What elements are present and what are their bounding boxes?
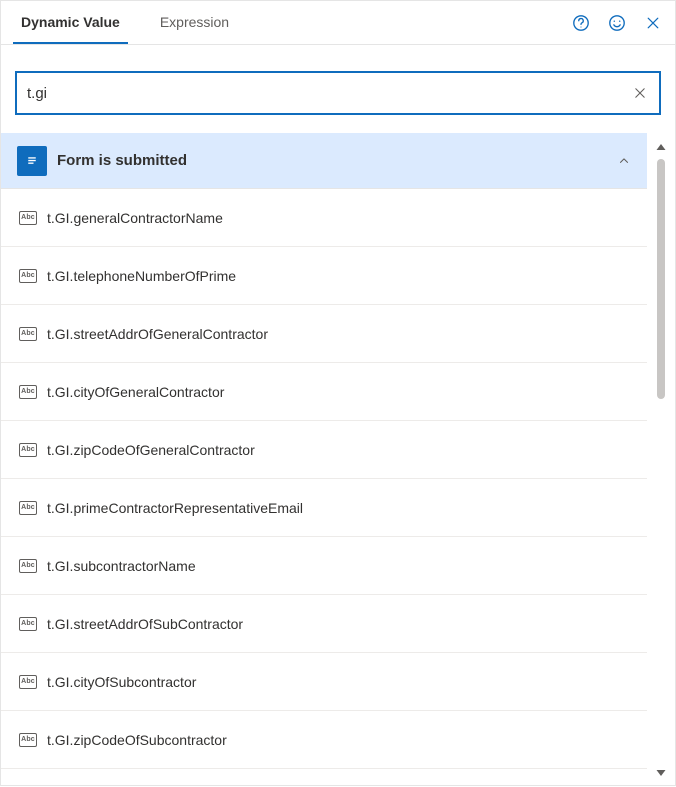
list-area: Form is submitted Abc t.GI.generalContrac…: [1, 133, 647, 787]
list-item[interactable]: Abc t.GI.cityOfSubcontractor: [1, 653, 647, 711]
tab-dynamic-value[interactable]: Dynamic Value: [13, 1, 128, 44]
scroll-up-icon[interactable]: [653, 139, 669, 155]
search-box: [15, 71, 661, 115]
abc-icon: Abc: [19, 269, 37, 283]
scroll-track[interactable]: [656, 159, 666, 761]
abc-icon: Abc: [19, 211, 37, 225]
list-item[interactable]: Abc t.GI.subcontractorName: [1, 537, 647, 595]
list-item-label: t.GI.primeContractorRepresentativeEmail: [47, 500, 303, 516]
abc-icon: Abc: [19, 617, 37, 631]
list-item[interactable]: Abc t.GI.primeContractorRepresentativeEma…: [1, 479, 647, 537]
tab-expression[interactable]: Expression: [152, 1, 237, 44]
list-item[interactable]: Abc t.GI.generalContractorName: [1, 189, 647, 247]
group-header-form-submitted[interactable]: Form is submitted: [1, 133, 647, 189]
group-title: Form is submitted: [57, 152, 615, 169]
tabs-row: Dynamic Value Expression: [1, 1, 675, 45]
list-item-label: t.GI.telephoneNumberOfPrime: [47, 268, 236, 284]
abc-icon: Abc: [19, 443, 37, 457]
list-item-label: t.GI.streetAddrOfSubContractor: [47, 616, 243, 632]
clear-icon[interactable]: [631, 84, 649, 102]
list-item[interactable]: Abc t.GI.zipCodeOfSubcontractor: [1, 711, 647, 769]
header-icons: [571, 13, 663, 33]
form-icon: [17, 146, 47, 176]
list-item-label: t.GI.zipCodeOfSubcontractor: [47, 732, 227, 748]
list-item[interactable]: Abc t.GI.telephoneNumberOfPrime: [1, 247, 647, 305]
chevron-up-icon[interactable]: [615, 152, 633, 170]
abc-icon: Abc: [19, 501, 37, 515]
list-item-label: t.GI.generalContractorName: [47, 210, 223, 226]
scroll-thumb[interactable]: [657, 159, 665, 399]
help-icon[interactable]: [571, 13, 591, 33]
list-item[interactable]: Abc t.GI.zipCodeOfGeneralContractor: [1, 421, 647, 479]
suggestion-list: Abc t.GI.generalContractorName Abc t.GI.tel…: [1, 189, 647, 769]
abc-icon: Abc: [19, 733, 37, 747]
list-item-label: t.GI.streetAddrOfGeneralContractor: [47, 326, 268, 342]
tab-label: Dynamic Value: [21, 14, 120, 30]
abc-icon: Abc: [19, 385, 37, 399]
scrollbar: [647, 133, 675, 787]
content-row: Form is submitted Abc t.GI.generalContrac…: [1, 133, 675, 787]
list-item[interactable]: Abc t.GI.cityOfGeneralContractor: [1, 363, 647, 421]
search-input[interactable]: [27, 73, 631, 113]
search-wrap: [1, 45, 675, 133]
close-icon[interactable]: [643, 13, 663, 33]
list-item-label: t.GI.cityOfGeneralContractor: [47, 384, 224, 400]
scroll-down-icon[interactable]: [653, 765, 669, 781]
list-item-label: t.GI.cityOfSubcontractor: [47, 674, 196, 690]
abc-icon: Abc: [19, 327, 37, 341]
abc-icon: Abc: [19, 675, 37, 689]
list-item-label: t.GI.zipCodeOfGeneralContractor: [47, 442, 255, 458]
tab-label: Expression: [160, 14, 229, 30]
abc-icon: Abc: [19, 559, 37, 573]
list-item[interactable]: Abc t.GI.streetAddrOfSubContractor: [1, 595, 647, 653]
smile-icon[interactable]: [607, 13, 627, 33]
list-item-label: t.GI.subcontractorName: [47, 558, 196, 574]
list-item[interactable]: Abc t.GI.streetAddrOfGeneralContractor: [1, 305, 647, 363]
